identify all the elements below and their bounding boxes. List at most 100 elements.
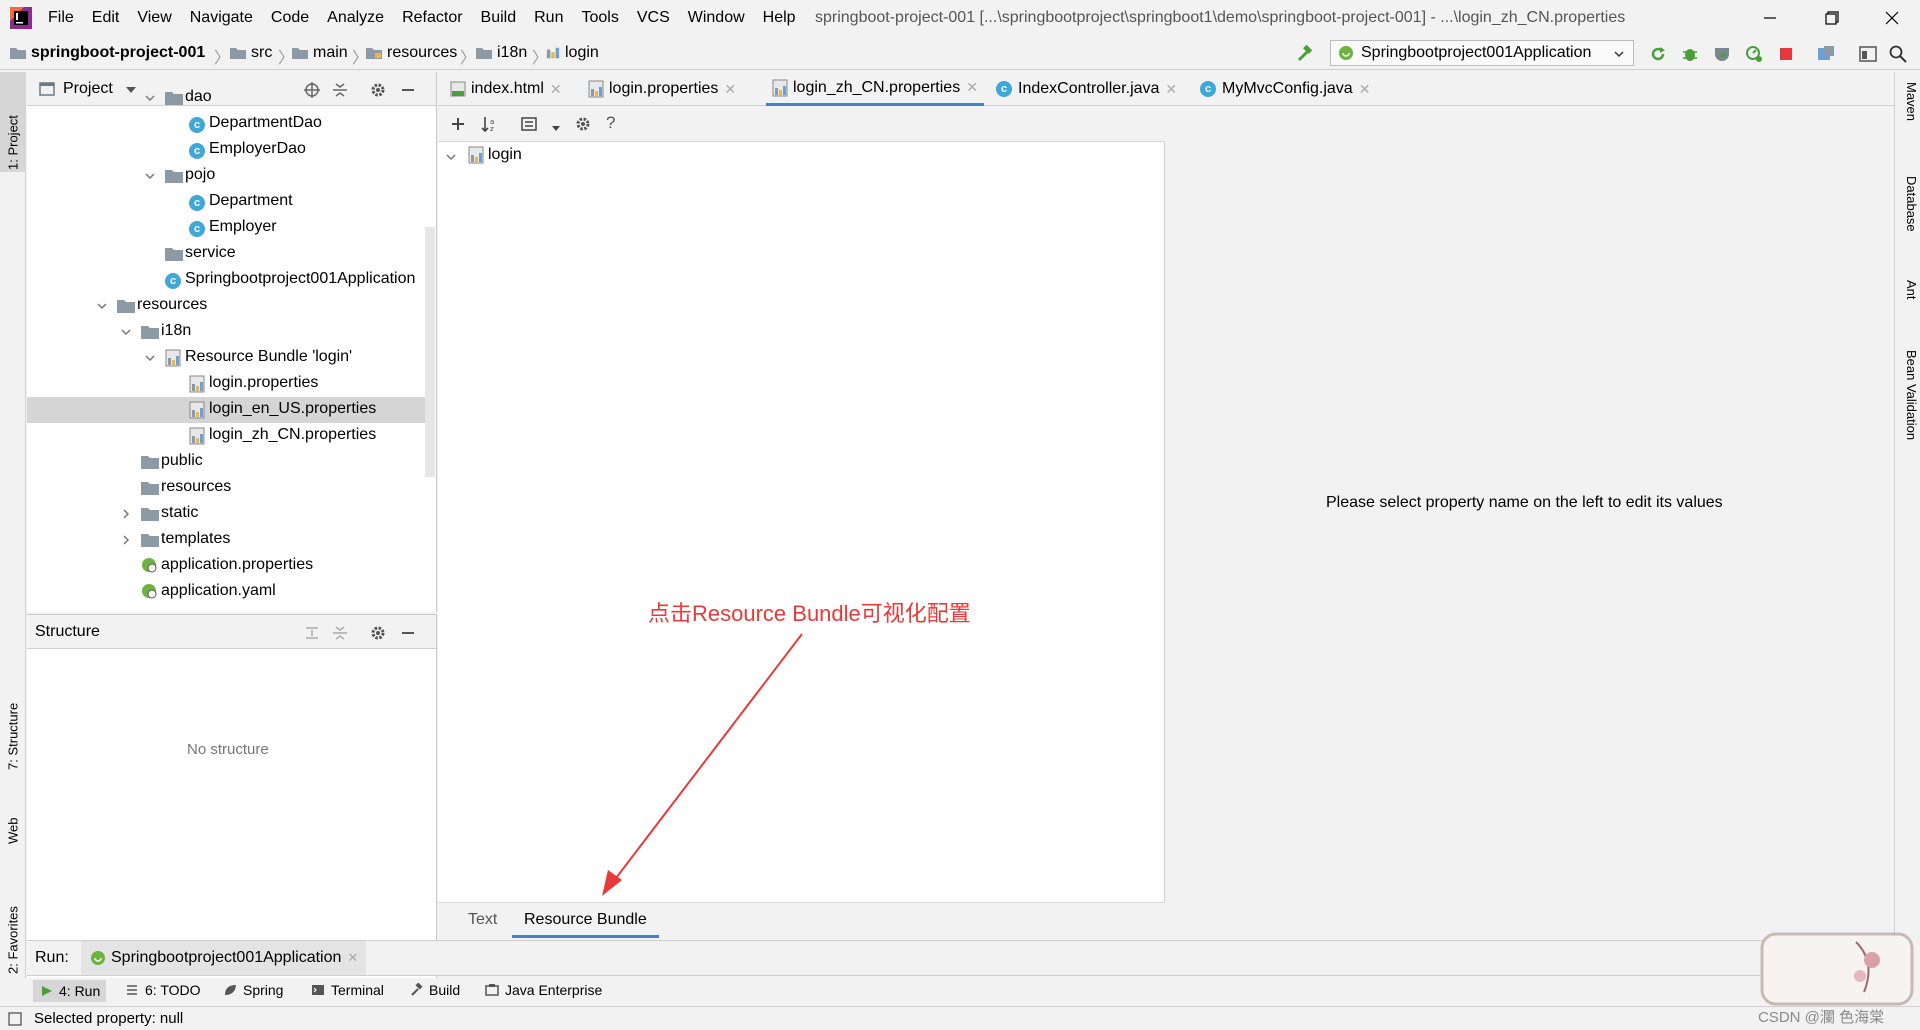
tree-item[interactable]: static	[27, 501, 427, 527]
tree-item[interactable]: resources	[27, 475, 427, 501]
tab-resource-bundle[interactable]: Resource Bundle	[512, 911, 659, 938]
gear-icon[interactable]	[369, 624, 387, 642]
close-tab-icon[interactable]: ✕	[1165, 81, 1177, 98]
profile-icon[interactable]	[1744, 44, 1764, 64]
scrollbar[interactable]	[425, 227, 435, 477]
breadcrumb-project[interactable]: springboot-project-001	[10, 44, 205, 62]
tree-item[interactable]: c EmployerDao	[27, 137, 427, 163]
minimize-icon[interactable]	[1758, 6, 1782, 30]
chevron-down-icon[interactable]	[444, 150, 458, 164]
tree-item[interactable]: application.properties	[27, 553, 427, 579]
tool-window-todo[interactable]: 6: TODO	[125, 982, 201, 998]
rerun-icon[interactable]	[1648, 44, 1668, 64]
breadcrumb-resources[interactable]: resources	[366, 44, 457, 62]
chevron-right-icon[interactable]	[119, 533, 133, 547]
menu-analyze[interactable]: Analyze	[327, 9, 384, 27]
menu-window[interactable]: Window	[688, 9, 745, 27]
group-icon[interactable]	[520, 115, 538, 133]
close-tab-icon[interactable]: ✕	[550, 81, 562, 98]
tool-window-java-enterprise[interactable]: Java Enterprise	[485, 982, 602, 998]
breadcrumb-src[interactable]: src	[230, 44, 272, 62]
chevron-down-icon[interactable]	[143, 351, 157, 365]
add-icon[interactable]	[450, 116, 466, 132]
menu-build[interactable]: Build	[481, 9, 517, 27]
tab-index-html[interactable]: index.html ✕	[450, 72, 562, 106]
close-tab-icon[interactable]: ✕	[966, 79, 978, 96]
tool-window-build[interactable]: Build	[409, 982, 460, 998]
menu-edit[interactable]: Edit	[92, 9, 120, 27]
close-tab-icon[interactable]: ✕	[347, 950, 358, 966]
bundle-root-node[interactable]: login	[468, 146, 522, 164]
menu-file[interactable]: File	[48, 9, 74, 27]
close-tab-icon[interactable]: ✕	[1359, 81, 1371, 98]
tree-item[interactable]: c Department	[27, 189, 427, 215]
tab-text[interactable]: Text	[468, 911, 497, 929]
sort-icon[interactable]: az	[480, 115, 498, 133]
tab-my-mvc-config[interactable]: c MyMvcConfig.java ✕	[1200, 72, 1370, 106]
tree-item[interactable]: Resource Bundle 'login'	[27, 345, 427, 371]
tree-item[interactable]: c Springbootproject001Application	[27, 267, 427, 293]
tab-index-controller[interactable]: c IndexController.java ✕	[996, 72, 1177, 106]
restore-icon[interactable]	[1820, 6, 1844, 30]
menu-navigate[interactable]: Navigate	[190, 9, 253, 27]
tool-tab-ant[interactable]: Ant	[1897, 280, 1919, 300]
tree-item[interactable]: login.properties	[27, 371, 427, 397]
tree-item[interactable]: login_zh_CN.properties	[27, 423, 427, 449]
tool-tab-project[interactable]: 1: Project	[0, 72, 26, 172]
tab-login-zh-cn-properties[interactable]: login_zh_CN.properties ✕	[766, 72, 984, 106]
chevron-right-icon[interactable]	[119, 507, 133, 521]
build-hammer-icon[interactable]	[1294, 44, 1314, 64]
coverage-icon[interactable]	[1712, 44, 1732, 64]
status-toggle-icon[interactable]	[8, 1012, 22, 1026]
chevron-down-icon[interactable]	[95, 299, 109, 313]
run-config-tab[interactable]: Springbootproject001Application ✕	[81, 941, 367, 975]
chevron-down-icon[interactable]	[143, 91, 157, 105]
layout-icon[interactable]	[1858, 44, 1878, 64]
expand-all-icon[interactable]	[303, 624, 321, 642]
project-structure-icon[interactable]	[1816, 44, 1836, 64]
chevron-down-icon[interactable]	[143, 169, 157, 183]
menu-vcs[interactable]: VCS	[637, 9, 670, 27]
tool-window-spring[interactable]: Spring	[223, 982, 283, 998]
run-configuration-select[interactable]: Springbootproject001Application	[1330, 40, 1634, 66]
tool-tab-database[interactable]: Database	[1897, 176, 1919, 232]
dropdown-icon[interactable]	[552, 124, 560, 132]
tool-tab-bean-validation[interactable]: Bean Validation	[1897, 350, 1919, 440]
tool-window-run[interactable]: 4: Run	[33, 980, 107, 1002]
tree-item[interactable]: login_en_US.properties	[27, 397, 427, 423]
tool-tab-favorites[interactable]: 2: Favorites	[0, 866, 26, 976]
hide-panel-icon[interactable]	[399, 624, 417, 642]
close-window-icon[interactable]	[1880, 6, 1904, 30]
tree-item[interactable]: resources	[27, 293, 427, 319]
chevron-down-icon[interactable]	[119, 325, 133, 339]
menu-tools[interactable]: Tools	[581, 9, 618, 27]
tree-item[interactable]: application.yaml	[27, 579, 427, 605]
collapse-all-icon[interactable]	[331, 624, 349, 642]
tab-login-properties[interactable]: login.properties ✕	[588, 72, 736, 106]
tree-item[interactable]: dao	[27, 85, 427, 111]
stop-icon[interactable]	[1776, 44, 1796, 64]
tree-item[interactable]: i18n	[27, 319, 427, 345]
breadcrumb-login[interactable]: login	[546, 44, 599, 62]
tool-tab-maven[interactable]: Maven	[1897, 82, 1919, 121]
menu-view[interactable]: View	[137, 9, 171, 27]
gear-icon[interactable]	[574, 115, 592, 133]
tool-tab-structure[interactable]: 7: Structure	[0, 672, 26, 772]
tool-window-terminal[interactable]: Terminal	[311, 982, 384, 998]
menu-run[interactable]: Run	[534, 9, 563, 27]
close-tab-icon[interactable]: ✕	[724, 81, 736, 98]
tree-item[interactable]: c DepartmentDao	[27, 111, 427, 137]
tree-item[interactable]: c Employer	[27, 215, 427, 241]
menu-code[interactable]: Code	[271, 9, 309, 27]
debug-icon[interactable]	[1680, 44, 1700, 64]
tree-item[interactable]: templates	[27, 527, 427, 553]
tool-tab-web[interactable]: Web	[0, 786, 26, 846]
tree-item[interactable]: pojo	[27, 163, 427, 189]
breadcrumb-main[interactable]: main	[292, 44, 348, 62]
breadcrumb-i18n[interactable]: i18n	[476, 44, 527, 62]
help-icon[interactable]: ?	[606, 113, 615, 133]
tree-item[interactable]: service	[27, 241, 427, 267]
menu-help[interactable]: Help	[763, 9, 796, 27]
search-icon[interactable]	[1888, 44, 1908, 64]
menu-refactor[interactable]: Refactor	[402, 9, 462, 27]
